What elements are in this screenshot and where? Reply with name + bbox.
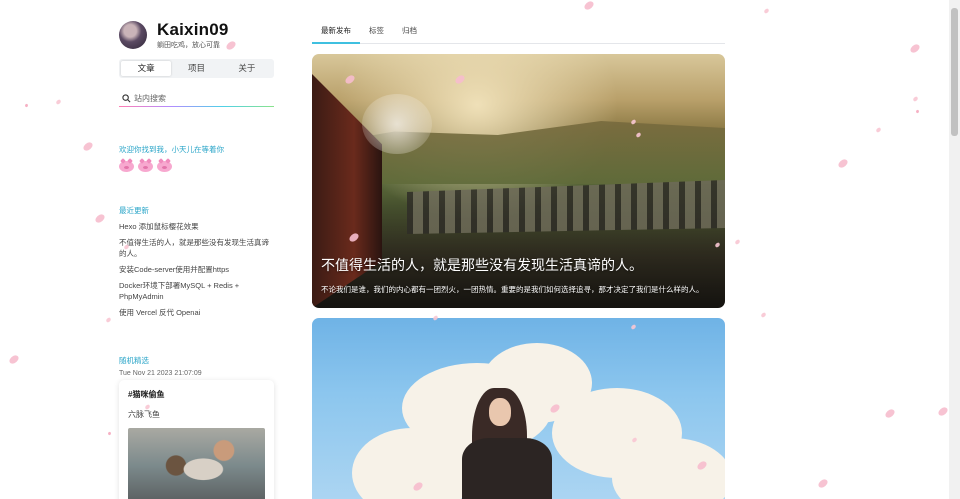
random-section: 随机精选 Tue Nov 21 2023 21:07:09 #猫咪偷鱼 六脉飞鱼	[119, 355, 274, 499]
post-card[interactable]: 不值得生活的人，就是那些没有发现生活真谛的人。 不论我们是谁，我们的内心都有一团…	[312, 54, 725, 308]
main-nav: 最新发布 标签 归档	[312, 19, 725, 44]
petal-decoration	[915, 109, 920, 114]
search-underline	[119, 105, 274, 107]
tab-tags[interactable]: 标签	[360, 25, 393, 43]
tab-archive[interactable]: 归档	[393, 25, 426, 43]
post-image-steam	[362, 94, 432, 154]
petal-decoration	[875, 127, 882, 133]
pig-emoji-icon	[138, 161, 153, 172]
petal-decoration	[912, 96, 919, 102]
post-title[interactable]: 不值得生活的人，就是那些没有发现生活真谛的人。	[321, 255, 643, 275]
search-icon	[122, 94, 131, 103]
petal-decoration	[734, 239, 741, 245]
site-name[interactable]: Kaixin09	[157, 20, 229, 39]
pig-emoji-icon	[119, 161, 134, 172]
petal-decoration	[763, 8, 770, 14]
scrollbar-thumb[interactable]	[951, 8, 958, 136]
random-card-tag: #猫咪偷鱼	[128, 390, 165, 399]
profile-text: Kaixin09 躺田吃鸡，放心可靠	[157, 20, 229, 50]
tab-latest[interactable]: 最新发布	[312, 25, 360, 44]
sidebar: Kaixin09 躺田吃鸡，放心可靠 文章 项目 关于 欢迎你找到我，小天儿在等…	[119, 18, 274, 499]
post-image-body	[462, 438, 552, 499]
random-card-image	[128, 428, 265, 499]
recent-item[interactable]: Docker环境下部署MySQL + Redis + PhpMyAdmin	[119, 280, 274, 302]
recent-list: Hexo 添加鼠标樱花效果 不值得生活的人，就是那些没有发现生活真谛的人。 安装…	[119, 221, 274, 318]
tab-about[interactable]: 关于	[222, 61, 272, 76]
site-motto: 躺田吃鸡，放心可靠	[157, 41, 220, 49]
petal-decoration	[816, 478, 830, 489]
petal-decoration	[836, 158, 850, 169]
recent-item[interactable]: 安装Code-server使用并配置https	[119, 264, 274, 275]
sidebar-tabs: 文章 项目 关于	[119, 59, 274, 78]
tab-projects[interactable]: 项目	[171, 61, 221, 76]
avatar[interactable]	[119, 21, 147, 49]
profile: Kaixin09 躺田吃鸡，放心可靠	[119, 18, 274, 52]
recent-title: 最近更新	[119, 206, 149, 215]
petal-decoration	[81, 141, 95, 152]
random-card-subtitle: 六脉飞鱼	[128, 410, 160, 419]
post-description: 不论我们是谁，我们的内心都有一团烈火，一团热情。重要的是我们如何选择追寻，那才决…	[321, 285, 704, 294]
petal-decoration	[107, 431, 112, 436]
petal-decoration	[105, 317, 112, 323]
main-content: 最新发布 标签 归档 不值得生活的人，就是那些没有发现生活真谛的人。 不论我们是…	[312, 19, 725, 499]
search-box	[119, 90, 274, 107]
petal-decoration	[908, 43, 922, 54]
random-card[interactable]: #猫咪偷鱼 六脉飞鱼	[119, 380, 274, 499]
post-image-face	[489, 398, 511, 426]
petal-decoration	[7, 354, 21, 365]
petal-decoration	[582, 0, 596, 11]
random-date: Tue Nov 21 2023 21:07:09	[119, 370, 202, 377]
search-input[interactable]	[134, 94, 264, 103]
petal-decoration	[760, 312, 767, 318]
petal-decoration	[93, 213, 107, 224]
recent-item[interactable]: 使用 Vercel 反代 Openai	[119, 307, 274, 318]
petal-decoration	[883, 408, 897, 419]
welcome-title: 欢迎你找到我，小天儿在等着你	[119, 145, 224, 154]
petal-decoration	[24, 103, 29, 108]
post-card[interactable]	[312, 318, 725, 499]
recent-item[interactable]: Hexo 添加鼠标樱花效果	[119, 221, 274, 232]
recent-section: 最近更新 Hexo 添加鼠标樱花效果 不值得生活的人，就是那些没有发现生活真谛的…	[119, 205, 274, 318]
tab-articles[interactable]: 文章	[121, 61, 172, 76]
vertical-scrollbar[interactable]	[949, 0, 960, 499]
random-title: 随机精选	[119, 356, 149, 365]
welcome-section: 欢迎你找到我，小天儿在等着你	[119, 144, 274, 172]
pig-emoji-icon	[157, 161, 172, 172]
petal-decoration	[55, 99, 62, 105]
emoji-row	[119, 161, 274, 172]
petal-decoration	[936, 406, 950, 417]
recent-item[interactable]: 不值得生活的人，就是那些没有发现生活真谛的人。	[119, 237, 274, 259]
